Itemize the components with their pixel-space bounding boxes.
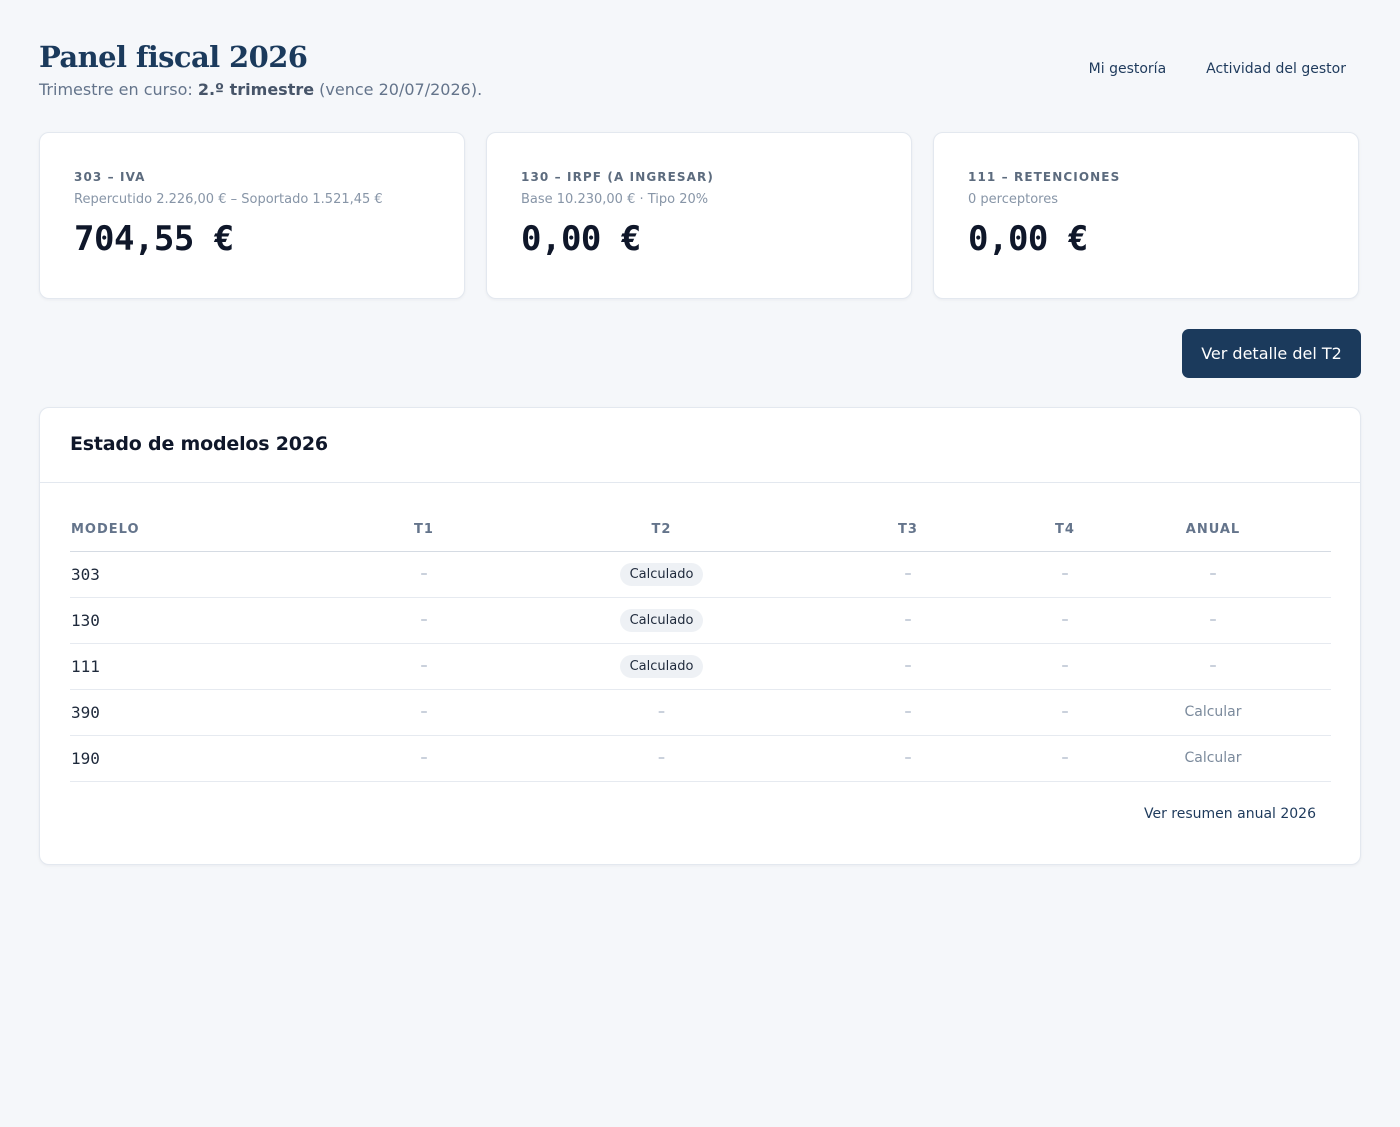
card-label: 303 – IVA: [74, 170, 146, 184]
table-row: 130 – Calculado – – –: [70, 597, 1331, 644]
subtitle-due-date: (vence 20/07/2026).: [314, 80, 483, 99]
cell-t1: –: [306, 597, 542, 644]
cell-t1: –: [306, 643, 542, 690]
calcular-190-link[interactable]: Calcular: [1184, 750, 1241, 766]
card-detail: 0 perceptores: [968, 192, 1058, 207]
table-row: 111 – Calculado – – –: [70, 643, 1331, 690]
model-code: 303: [71, 564, 100, 584]
column-header-t3: T3: [781, 512, 1035, 552]
card-detail: Base 10.230,00 € · Tipo 20%: [521, 192, 709, 207]
cell-annual: –: [1095, 643, 1331, 690]
table-row: 303 – Calculado – – –: [70, 551, 1331, 598]
annual-summary-link[interactable]: Ver resumen anual 2026: [1144, 806, 1316, 822]
status-badge: Calculado: [619, 608, 704, 632]
top-nav: Mi gestoría Actividad del gestor: [1089, 61, 1346, 77]
model-code: 130: [71, 610, 100, 630]
card-detail: Repercutido 2.226,00 € – Soportado 1.521…: [74, 192, 383, 207]
card-130-irpf: 130 – IRPF (a ingresar) Base 10.230,00 €…: [486, 132, 912, 299]
card-label: 111 – Retenciones: [968, 170, 1121, 184]
cell-t3: –: [781, 689, 1035, 736]
model-code: 190: [71, 748, 100, 768]
cell-annual: –: [1095, 597, 1331, 644]
card-amount: 704,55 €: [74, 219, 234, 259]
cell-t3: –: [781, 597, 1035, 644]
panel-title: Estado de modelos 2026: [70, 433, 328, 455]
cell-t1: –: [306, 735, 542, 782]
model-code: 390: [71, 702, 100, 722]
page-title: Panel fiscal 2026: [39, 40, 308, 74]
calcular-390-link[interactable]: Calcular: [1184, 704, 1241, 720]
table-row: 190 – – – – Calcular: [70, 735, 1331, 782]
current-quarter: 2.º trimestre: [197, 80, 315, 99]
card-111-retenciones: 111 – Retenciones 0 perceptores 0,00 €: [933, 132, 1359, 299]
panel-header: Estado de modelos 2026: [40, 408, 1360, 483]
quarter-subtitle: Trimestre en curso: 2.º trimestre (vence…: [39, 80, 482, 99]
subtitle-prefix: Trimestre en curso:: [39, 80, 198, 99]
column-header-t4: T4: [1035, 512, 1095, 552]
cell-t2: –: [542, 689, 781, 736]
card-amount: 0,00 €: [968, 219, 1088, 259]
cell-t4: –: [1035, 643, 1095, 690]
model-code: 111: [71, 656, 100, 676]
cell-t1: –: [306, 689, 542, 736]
status-badge: Calculado: [619, 654, 704, 678]
column-header-t1: T1: [306, 512, 542, 552]
mi-gestoria-link[interactable]: Mi gestoría: [1089, 61, 1167, 77]
card-amount: 0,00 €: [521, 219, 641, 259]
cell-t3: –: [781, 735, 1035, 782]
view-t2-detail-button[interactable]: Ver detalle del T2: [1182, 329, 1361, 378]
column-header-t2: T2: [542, 512, 781, 552]
card-303-iva: 303 – IVA Repercutido 2.226,00 € – Sopor…: [39, 132, 465, 299]
cell-t2: –: [542, 735, 781, 782]
card-label: 130 – IRPF (a ingresar): [521, 170, 714, 184]
column-header-anual: Anual: [1095, 512, 1331, 552]
cell-t3: –: [781, 643, 1035, 690]
cell-annual: –: [1095, 551, 1331, 598]
models-status-table: Modelo T1 T2 T3 T4 Anual 303 – Calculado…: [70, 512, 1331, 782]
column-header-modelo: Modelo: [70, 512, 306, 552]
actividad-gestor-link[interactable]: Actividad del gestor: [1206, 61, 1346, 77]
table-row: 390 – – – – Calcular: [70, 689, 1331, 736]
cell-t4: –: [1035, 597, 1095, 644]
models-status-panel: Estado de modelos 2026 Modelo T1 T2 T3 T…: [39, 407, 1361, 865]
status-badge: Calculado: [619, 562, 704, 586]
cell-t1: –: [306, 551, 542, 598]
table-header-row: Modelo T1 T2 T3 T4 Anual: [70, 512, 1331, 552]
cell-t4: –: [1035, 689, 1095, 736]
cell-t4: –: [1035, 735, 1095, 782]
cell-t4: –: [1035, 551, 1095, 598]
cell-t3: –: [781, 551, 1035, 598]
